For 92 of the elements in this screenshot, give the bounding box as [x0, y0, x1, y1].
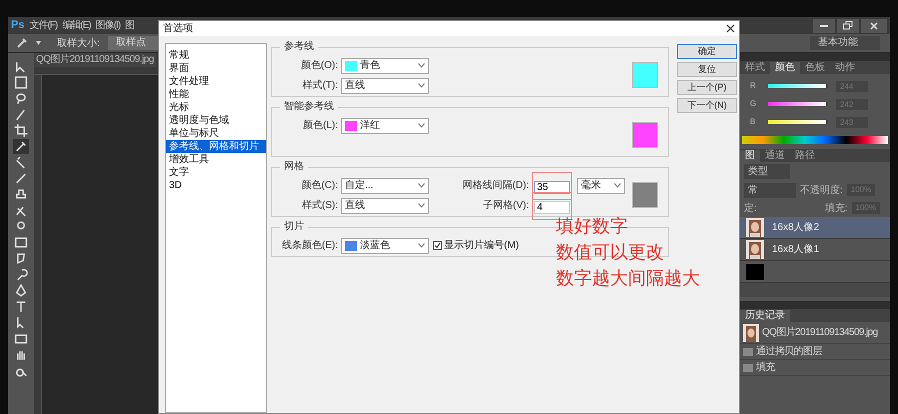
caret-icon [418, 123, 425, 128]
minimize-icon[interactable] [813, 18, 835, 32]
menu-item[interactable]: 图 [125, 18, 134, 33]
restore-icon[interactable] [837, 18, 859, 32]
dialog-button[interactable]: 下一个(N) [677, 98, 737, 113]
dropdown[interactable]: 直线 [341, 78, 429, 94]
window-title: 首选项 [163, 22, 193, 36]
filter-dropdown[interactable]: 类型 [744, 164, 790, 179]
close-icon[interactable] [861, 18, 887, 32]
panel-tab[interactable]: 历史记录 [740, 310, 790, 322]
app-logo: Ps [11, 18, 24, 34]
category-item[interactable]: 3D [166, 179, 266, 192]
caret-icon [418, 243, 425, 248]
layer-row[interactable]: 16x8人像2 [740, 217, 890, 239]
field-label: 定: [744, 202, 757, 216]
menu-item[interactable]: 编辑(E) [62, 18, 91, 33]
document-tab[interactable]: QQ图片20191109134509.jpg [34, 53, 156, 67]
checkbox[interactable] [433, 241, 442, 250]
panel-tab[interactable]: 动作 [830, 62, 860, 74]
input-field[interactable]: 4 [534, 200, 570, 214]
category-item[interactable]: 透明度与色域 [166, 114, 266, 127]
eyedropper-icon[interactable] [16, 37, 28, 49]
category-item[interactable]: 界面 [166, 62, 266, 75]
dialog-button[interactable]: 确定 [677, 44, 737, 59]
group-title: 网格 [280, 161, 308, 173]
category-item[interactable]: 文件处理 [166, 75, 266, 88]
field-label: 颜色(L): [302, 118, 338, 133]
field-label: 填充: [824, 202, 848, 216]
color-spectrum[interactable] [742, 136, 888, 144]
category-item[interactable]: 光标 [166, 101, 266, 114]
field-label: 样式(S): [300, 198, 338, 213]
field-label: 网格线间隔(D): [461, 178, 529, 193]
field-label: 颜色(O): [300, 58, 338, 73]
menu-item[interactable]: 图像(I) [96, 18, 120, 33]
channel-label: G [750, 98, 758, 110]
field-label: 样式(T): [301, 78, 338, 93]
layer-row[interactable] [740, 261, 890, 283]
dropdown[interactable]: 自定... [341, 178, 429, 194]
panel-tab[interactable]: 图 [740, 150, 760, 162]
panel-tab[interactable]: 色板 [800, 62, 830, 74]
layer-thumbnail [746, 264, 764, 280]
menu-item[interactable]: 文件(F) [29, 18, 58, 33]
history-item[interactable]: QQ图片20191109134509.jpg [740, 322, 890, 344]
category-item[interactable]: 文字 [166, 166, 266, 179]
history-item[interactable]: 通过拷贝的图层 [740, 344, 890, 360]
field-label: 线条颜色(E): [280, 238, 338, 253]
gradient-icon[interactable] [13, 235, 29, 250]
category-item[interactable]: 常规 [166, 49, 266, 62]
panel-tab[interactable]: 颜色 [770, 62, 800, 74]
annotation-text: 数字越大间隔越大 [556, 267, 700, 290]
group-title: 智能参考线 [280, 101, 338, 113]
history-item[interactable]: 填充 [740, 360, 890, 376]
dropdown[interactable]: 直线 [341, 198, 429, 214]
blend-mode-dropdown[interactable]: 常 [744, 182, 796, 198]
caret-icon [614, 183, 621, 188]
field-label: 取样大小: [57, 36, 100, 50]
caret-icon [418, 63, 425, 68]
channel-label: B [750, 116, 756, 128]
category-item[interactable]: 参考线、网格和切片 [166, 140, 266, 153]
field-label: 颜色(C): [300, 178, 338, 193]
panel-tab[interactable]: 路径 [790, 150, 820, 162]
layer-row[interactable]: 16x8人像1 [740, 239, 890, 261]
channel-label: R [750, 80, 757, 92]
caret-icon [418, 83, 425, 88]
dialog-button[interactable]: 复位 [677, 62, 737, 77]
category-item[interactable]: 增效工具 [166, 153, 266, 166]
close-icon[interactable] [726, 24, 735, 33]
caret-icon[interactable] [36, 41, 41, 45]
workspace-dropdown[interactable]: 基本功能 [810, 36, 880, 50]
crop-icon[interactable] [13, 123, 29, 138]
dropdown[interactable]: 毫米 [577, 178, 625, 194]
dropdown[interactable]: 青色 [341, 58, 429, 74]
caret-icon [418, 203, 425, 208]
pen-icon[interactable] [13, 283, 29, 298]
caret-icon [418, 183, 425, 188]
dropdown[interactable]: 洋红 [341, 118, 429, 134]
eyedropper-icon[interactable] [13, 139, 29, 154]
annotation-text: 填好数字 [556, 215, 629, 238]
group-title: 参考线 [280, 41, 318, 53]
field-label: 不透明度: [800, 184, 843, 198]
checkbox-label: 显示切片编号(M) [444, 238, 519, 253]
dropdown[interactable]: 淡蓝色 [341, 238, 429, 254]
panel-tab[interactable]: 样式 [740, 62, 770, 74]
field-label: 子网格(V): [482, 198, 529, 213]
input-field[interactable]: 35 [534, 180, 570, 194]
marquee-icon[interactable] [13, 75, 29, 90]
panel-tab[interactable]: 通道 [760, 150, 790, 162]
category-item[interactable]: 性能 [166, 88, 266, 101]
group-title: 切片 [280, 221, 308, 233]
annotation-text: 数值可以更改 [556, 241, 665, 264]
dialog-button[interactable]: 上一个(P) [677, 80, 737, 95]
category-item[interactable]: 单位与标尺 [166, 127, 266, 140]
